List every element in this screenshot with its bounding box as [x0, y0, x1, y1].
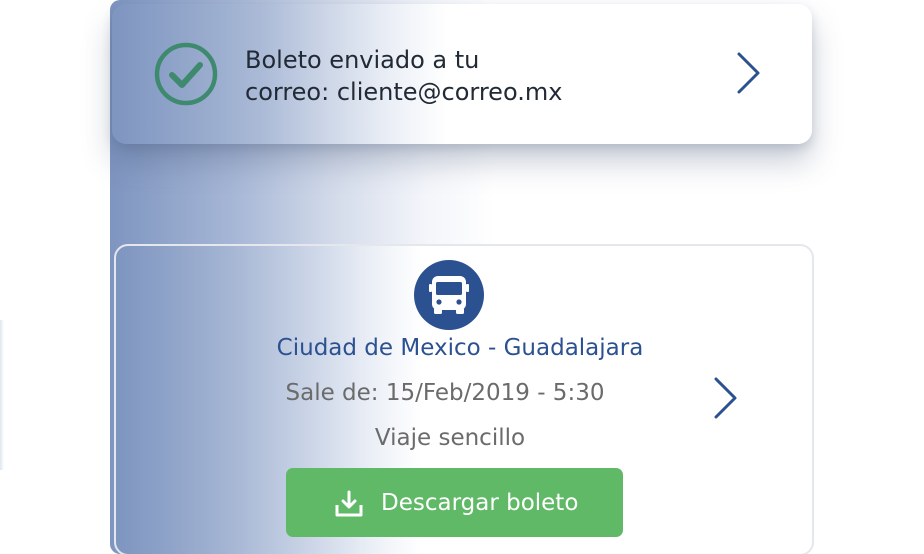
chevron-right-icon[interactable]: [733, 50, 763, 96]
download-ticket-button[interactable]: Descargar boleto: [286, 468, 623, 537]
ticket-confirmation-screen: Boleto enviado a tu correo: cliente@corr…: [0, 0, 924, 554]
edge-shadow: [0, 320, 4, 470]
notice-line-1: Boleto enviado a tu: [245, 46, 480, 74]
download-icon: [335, 490, 363, 517]
bus-badge: [414, 260, 484, 330]
chevron-right-icon[interactable]: [710, 375, 740, 421]
notice-line-2: correo: cliente@correo.mx: [245, 78, 563, 106]
trip-route: Ciudad de Mexico - Guadalajara: [276, 335, 644, 361]
trip-departure: Sale de: 15/Feb/2019 - 5:30: [285, 380, 605, 406]
check-circle-icon: [154, 42, 218, 106]
notice-message: Boleto enviado a tu correo: cliente@corr…: [245, 44, 562, 108]
trip-type: Viaje sencillo: [374, 425, 526, 451]
bus-icon: [429, 276, 469, 314]
download-button-label: Descargar boleto: [381, 490, 579, 516]
